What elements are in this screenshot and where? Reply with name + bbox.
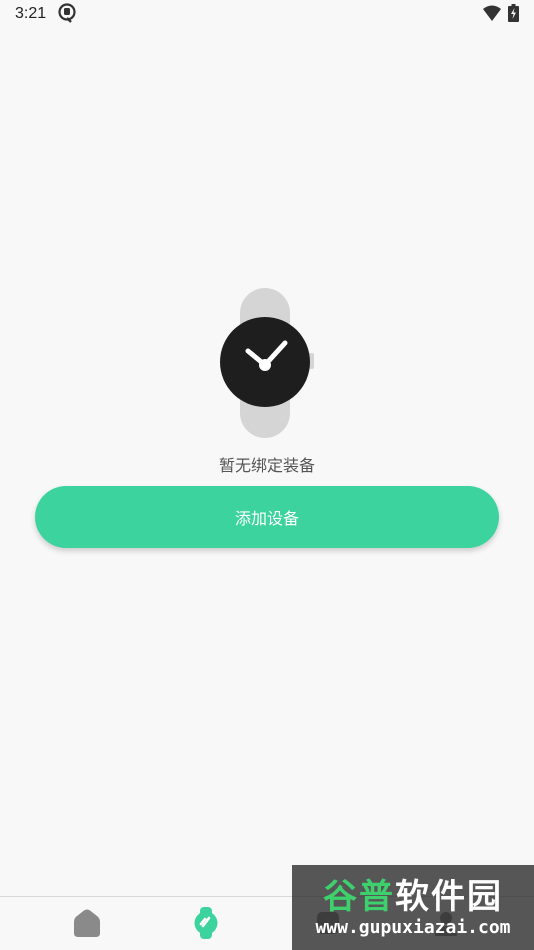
status-time: 3:21 [15,5,47,22]
empty-state-message: 暂无绑定装备 [218,456,315,475]
notification-app-icon [58,3,76,23]
battery-charging-icon [508,4,519,22]
watch-icon [194,907,218,939]
watermark-title-green: 谷普 [323,876,395,917]
smartwatch-icon [220,288,314,438]
home-icon [74,909,100,937]
watermark: 谷普软件园 www.gupuxiazai.com [292,865,534,950]
nav-tab-home[interactable] [69,905,105,941]
watermark-title: 谷普软件园 [323,877,503,917]
status-bar: 3:21 [0,0,534,28]
watermark-title-white: 软件园 [395,876,503,917]
watermark-url: www.gupuxiazai.com [315,916,511,938]
add-device-button[interactable]: 添加设备 [35,486,499,548]
wifi-icon [483,5,501,21]
add-device-label: 添加设备 [234,509,299,528]
nav-tab-device[interactable] [188,905,224,941]
